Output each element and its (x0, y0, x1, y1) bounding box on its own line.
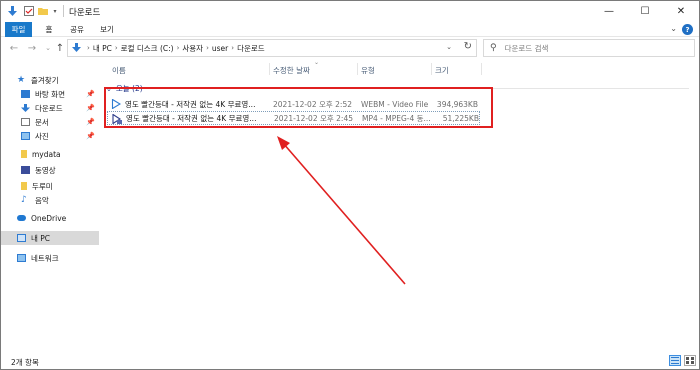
large-icons-view-button[interactable] (684, 355, 696, 366)
details-view-button[interactable] (669, 355, 681, 366)
explorer-window: ▾ 다운로드 — ☐ ✕ 파일 홈 공유 보기 ⌄ ? ← → ⌄ ↑ › 내 … (0, 0, 700, 370)
status-bar: 2개 항목 (1, 353, 699, 369)
annotation-arrow (277, 136, 406, 285)
item-count: 2개 항목 (11, 358, 39, 367)
